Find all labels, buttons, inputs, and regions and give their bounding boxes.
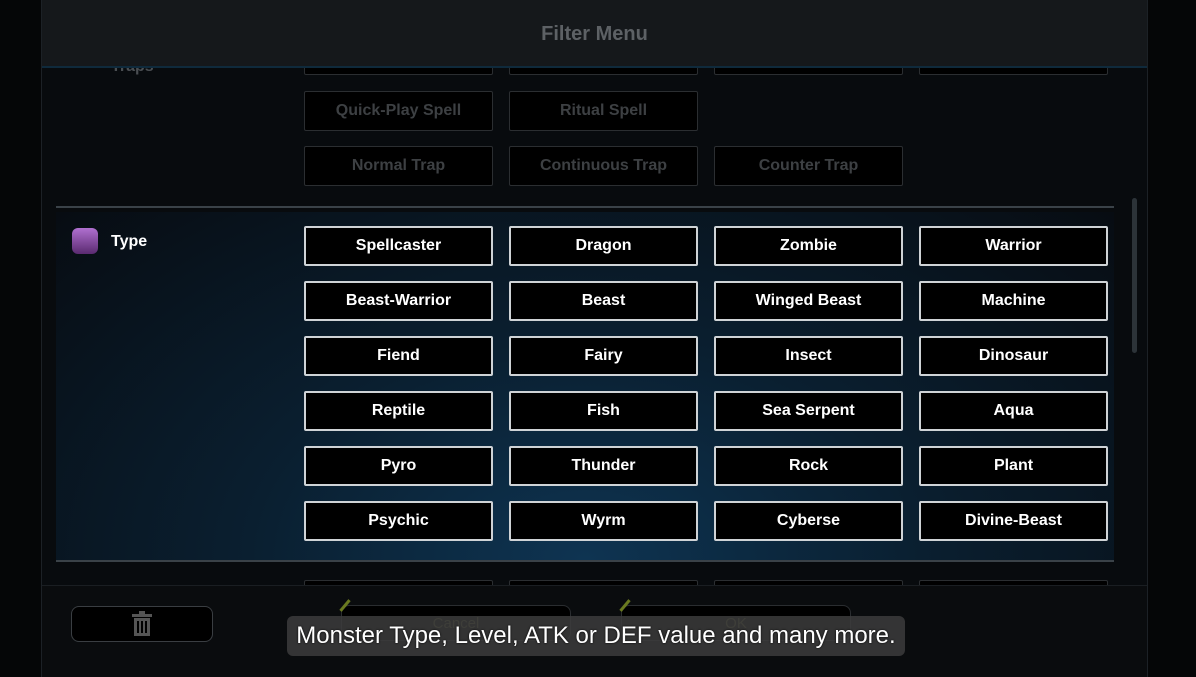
traps-label: Traps bbox=[111, 68, 154, 76]
type-filter-option[interactable]: Cyberse bbox=[714, 501, 903, 541]
type-filter-option[interactable]: Thunder bbox=[509, 446, 698, 486]
type-filter-option[interactable]: Fiend bbox=[304, 336, 493, 376]
type-label: Type bbox=[111, 233, 148, 250]
trap-spell-filter-option[interactable] bbox=[509, 68, 698, 75]
type-filter-option[interactable]: Rock bbox=[714, 446, 903, 486]
type-filter-option[interactable]: Wyrm bbox=[509, 501, 698, 541]
type-filter-option[interactable]: Winged Beast bbox=[714, 281, 903, 321]
type-filter-option[interactable]: Fish bbox=[509, 391, 698, 431]
divider bbox=[56, 560, 1114, 562]
video-subtitle: Monster Type, Level, ATK or DEF value an… bbox=[287, 616, 905, 656]
type-filter-option[interactable]: Divine-Beast bbox=[919, 501, 1108, 541]
type-filter-option[interactable]: Sea Serpent bbox=[714, 391, 903, 431]
trap-spell-filter-option[interactable] bbox=[304, 68, 493, 75]
clear-filters-button[interactable] bbox=[71, 606, 213, 642]
type-filter-option[interactable]: Fairy bbox=[509, 336, 698, 376]
type-filter-option[interactable]: Pyro bbox=[304, 446, 493, 486]
filter-content: Traps Quick-Play Spell Ritual Spell Normal… bbox=[42, 68, 1147, 585]
trap-spell-filter-option[interactable]: Normal Trap bbox=[304, 146, 493, 186]
type-filter-option[interactable]: Beast bbox=[509, 281, 698, 321]
type-filter-option[interactable]: Reptile bbox=[304, 391, 493, 431]
type-filter-option[interactable]: Insect bbox=[714, 336, 903, 376]
trap-spell-filter-option[interactable]: Quick-Play Spell bbox=[304, 91, 493, 131]
trap-spell-filter-option[interactable]: Ritual Spell bbox=[509, 91, 698, 131]
type-filter-option[interactable]: Beast-Warrior bbox=[304, 281, 493, 321]
page-title: Filter Menu bbox=[541, 23, 648, 45]
trash-icon bbox=[132, 611, 152, 636]
spellcaster-type-icon bbox=[72, 228, 98, 254]
filter-menu-panel: Filter Menu Traps Quick-Play Spell Ritual… bbox=[41, 0, 1148, 677]
trap-spell-filter-option[interactable]: Continuous Trap bbox=[509, 146, 698, 186]
trap-spell-filter-option[interactable] bbox=[714, 68, 903, 75]
type-filter-option[interactable]: Zombie bbox=[714, 226, 903, 266]
type-filter-option[interactable]: Dragon bbox=[509, 226, 698, 266]
type-filter-option[interactable]: Machine bbox=[919, 281, 1108, 321]
trap-spell-filter-option[interactable]: Counter Trap bbox=[714, 146, 903, 186]
trap-spell-filter-option[interactable] bbox=[919, 68, 1108, 75]
type-filter-option[interactable]: Warrior bbox=[919, 226, 1108, 266]
divider bbox=[56, 206, 1114, 208]
scrollbar[interactable] bbox=[1132, 198, 1137, 353]
type-filter-option[interactable]: Aqua bbox=[919, 391, 1108, 431]
type-filter-option[interactable]: Spellcaster bbox=[304, 226, 493, 266]
header: Filter Menu bbox=[42, 0, 1147, 68]
type-filter-option[interactable]: Dinosaur bbox=[919, 336, 1108, 376]
type-filter-option[interactable]: Psychic bbox=[304, 501, 493, 541]
type-filter-option[interactable]: Plant bbox=[919, 446, 1108, 486]
